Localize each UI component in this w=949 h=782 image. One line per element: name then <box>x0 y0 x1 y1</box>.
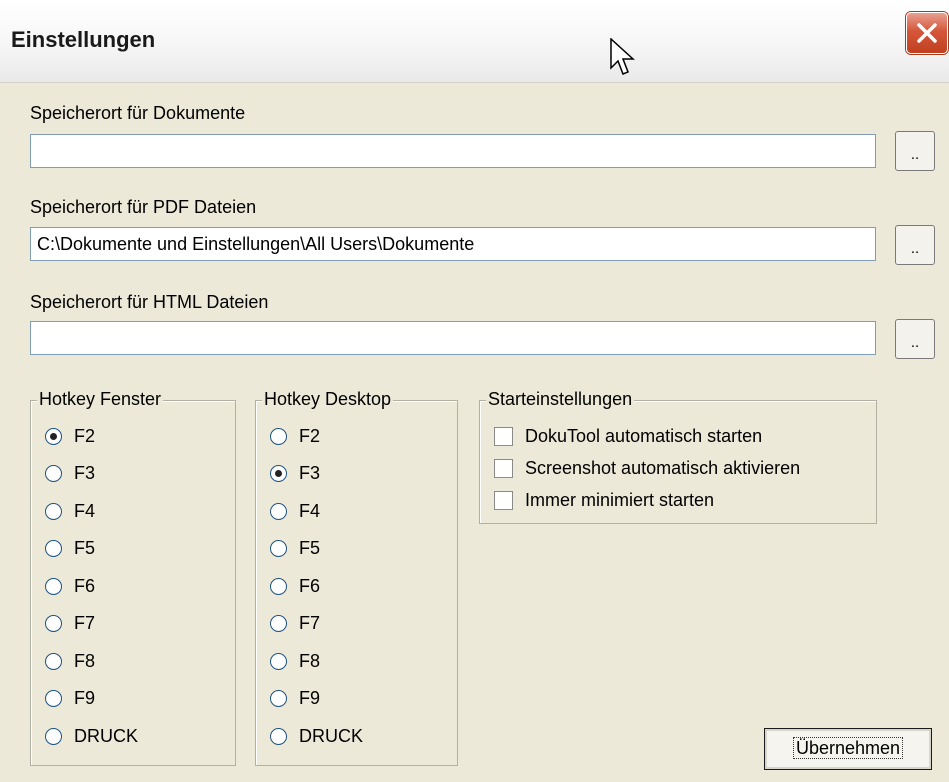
documents-path-label: Speicherort für Dokumente <box>30 103 246 123</box>
hotkey-desktop-radio-druck[interactable] <box>270 727 287 745</box>
hotkey-window-option-f2[interactable]: F2 <box>45 423 95 449</box>
hotkey-window-radio-f8[interactable] <box>45 652 62 670</box>
apply-button-label: Übernehmen <box>792 737 904 759</box>
html-path-input[interactable] <box>30 321 876 355</box>
hotkey-window-radio-label: F3 <box>74 463 96 483</box>
mouse-cursor-icon <box>610 38 635 75</box>
hotkey-window-radio-label: F4 <box>74 500 96 521</box>
start-setting-option[interactable]: DokuTool automatisch starten <box>494 423 762 449</box>
hotkey-desktop-option-f5[interactable]: F5 <box>270 536 320 562</box>
hotkey-window-radio-label: F8 <box>74 650 96 671</box>
hotkey-desktop-radio-label: F6 <box>299 575 321 596</box>
start-settings-legend: Starteinstellungen <box>486 389 635 410</box>
hotkey-window-radio-f4[interactable] <box>45 502 62 520</box>
hotkey-window-option-f6[interactable]: F6 <box>45 573 95 599</box>
start-setting-checkbox[interactable] <box>494 426 513 446</box>
hotkey-window-option-f8[interactable]: F8 <box>45 648 95 674</box>
hotkey-desktop-radio-label: F9 <box>299 688 321 708</box>
hotkey-window-legend: Hotkey Fenster <box>37 389 164 410</box>
hotkey-desktop-radio-label: F2 <box>299 425 321 446</box>
hotkey-desktop-option-f3[interactable]: F3 <box>270 461 320 487</box>
hotkey-window-radio-label: F5 <box>74 538 96 558</box>
hotkey-desktop-radio-label: DRUCK <box>299 725 364 746</box>
hotkey-window-radio-label: F9 <box>74 688 96 708</box>
hotkey-desktop-legend: Hotkey Desktop <box>262 389 394 410</box>
hotkey-desktop-radio-label: F4 <box>299 500 321 521</box>
hotkey-window-group: Hotkey Fenster F2 F3 F4 F5 F6 F7 F8 F9 DRUCK <box>30 389 236 766</box>
hotkey-window-option-f4[interactable]: F4 <box>45 498 95 524</box>
hotkey-window-radio-f5[interactable] <box>45 540 62 557</box>
start-setting-checkbox[interactable] <box>494 490 513 510</box>
hotkey-desktop-option-f2[interactable]: F2 <box>270 423 320 449</box>
hotkey-window-radio-label: F6 <box>74 575 96 596</box>
hotkey-desktop-radio-f7[interactable] <box>270 615 287 632</box>
pdf-path-label: Speicherort für PDF Dateien <box>30 197 257 217</box>
hotkey-desktop-radio-label: F8 <box>299 650 321 671</box>
hotkey-window-option-druck[interactable]: DRUCK <box>45 723 138 749</box>
hotkey-window-option-f5[interactable]: F5 <box>45 536 95 562</box>
hotkey-window-option-f7[interactable]: F7 <box>45 611 95 637</box>
start-setting-label: DokuTool automatisch starten <box>525 425 763 446</box>
hotkey-window-radio-f2[interactable] <box>45 427 62 445</box>
hotkey-desktop-option-f6[interactable]: F6 <box>270 573 320 599</box>
hotkey-window-radio-label: F7 <box>74 613 96 633</box>
title-bar: Einstellungen <box>0 0 949 83</box>
hotkey-window-radio-label: DRUCK <box>74 725 139 746</box>
hotkey-window-radio-label: F2 <box>74 425 96 446</box>
close-icon <box>917 23 937 43</box>
hotkey-window-radio-f7[interactable] <box>45 615 62 632</box>
start-setting-option[interactable]: Immer minimiert starten <box>494 487 714 513</box>
hotkey-window-radio-f6[interactable] <box>45 577 62 595</box>
hotkey-desktop-radio-f4[interactable] <box>270 502 287 520</box>
html-browse-button[interactable]: .. <box>895 319 935 359</box>
hotkey-window-radio-druck[interactable] <box>45 727 62 745</box>
start-setting-checkbox[interactable] <box>494 458 513 478</box>
hotkey-desktop-option-f8[interactable]: F8 <box>270 648 320 674</box>
hotkey-desktop-radio-f8[interactable] <box>270 652 287 670</box>
pdf-path-input[interactable]: C:\Dokumente und Einstellungen\All Users… <box>30 227 876 261</box>
hotkey-desktop-option-f7[interactable]: F7 <box>270 611 320 637</box>
hotkey-desktop-option-druck[interactable]: DRUCK <box>270 723 363 749</box>
window-title: Einstellungen <box>11 27 156 52</box>
hotkey-window-radio-f3[interactable] <box>45 465 62 482</box>
pdf-browse-button[interactable]: .. <box>895 225 935 265</box>
hotkey-desktop-group: Hotkey Desktop F2 F3 F4 F5 F6 F7 F8 F9 DRUCK <box>255 389 458 766</box>
hotkey-window-option-f3[interactable]: F3 <box>45 461 95 487</box>
hotkey-window-radio-f9[interactable] <box>45 690 62 707</box>
hotkey-desktop-radio-label: F5 <box>299 538 321 558</box>
start-setting-option[interactable]: Screenshot automatisch aktivieren <box>494 455 800 481</box>
close-button[interactable] <box>906 12 948 54</box>
hotkey-desktop-radio-f6[interactable] <box>270 577 287 595</box>
hotkey-desktop-radio-label: F3 <box>299 463 321 483</box>
hotkey-desktop-radio-f5[interactable] <box>270 540 287 557</box>
hotkey-desktop-radio-label: F7 <box>299 613 321 633</box>
start-settings-group: Starteinstellungen DokuTool automatisch … <box>479 389 877 524</box>
start-setting-label: Screenshot automatisch aktivieren <box>525 457 801 478</box>
start-setting-label: Immer minimiert starten <box>525 489 715 510</box>
documents-path-input[interactable] <box>30 134 876 168</box>
hotkey-window-option-f9[interactable]: F9 <box>45 686 95 712</box>
hotkey-desktop-radio-f2[interactable] <box>270 427 287 445</box>
hotkey-desktop-radio-f9[interactable] <box>270 690 287 707</box>
apply-button[interactable]: Übernehmen <box>764 728 932 770</box>
hotkey-desktop-option-f9[interactable]: F9 <box>270 686 320 712</box>
documents-browse-button[interactable]: .. <box>895 131 935 171</box>
hotkey-desktop-radio-f3[interactable] <box>270 465 287 482</box>
hotkey-desktop-option-f4[interactable]: F4 <box>270 498 320 524</box>
html-path-label: Speicherort für HTML Dateien <box>30 292 269 312</box>
